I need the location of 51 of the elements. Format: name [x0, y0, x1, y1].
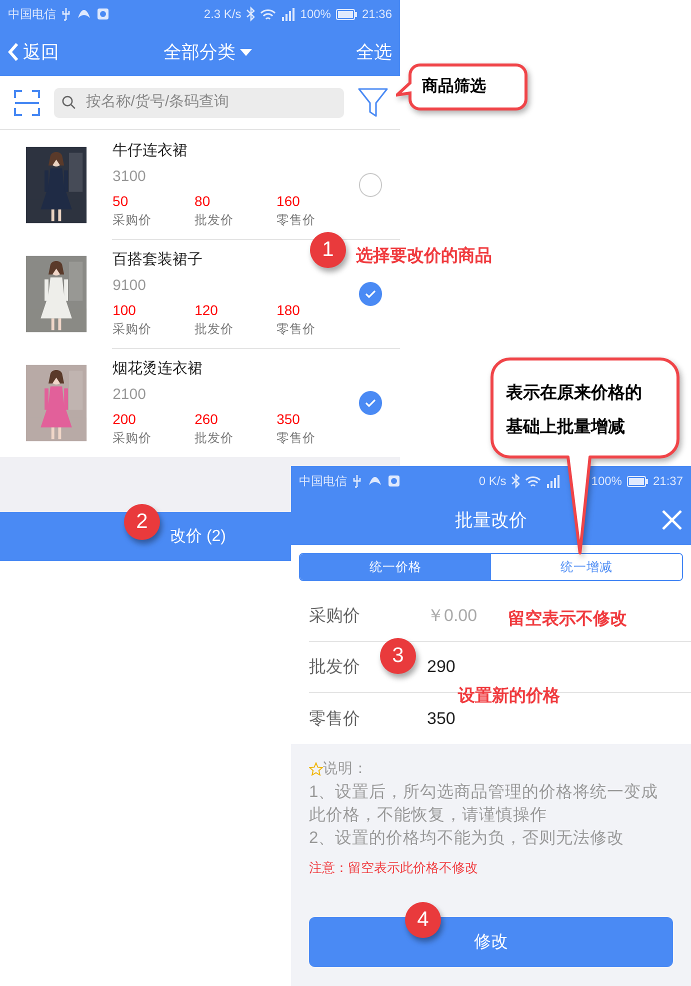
battery-level: 100% [591, 473, 622, 490]
price-value: 350 [276, 410, 301, 428]
field-label: 采购价 [309, 606, 360, 625]
product-code: 9100 [112, 276, 146, 296]
price-value: 260 [194, 410, 219, 428]
price-label: 零售价 [276, 320, 317, 338]
price-value: 160 [276, 192, 301, 210]
price-label: 零售价 [276, 212, 317, 228]
price-label: 采购价 [112, 212, 153, 228]
field-label: 零售价 [309, 708, 360, 728]
battery-level: 100% [300, 6, 331, 23]
price-value: 50 [112, 192, 130, 210]
note-text: 1、设置后，所勾选商品管理的价格将统一变成此价格，不能恢复，请谨慎操作 [309, 781, 660, 826]
network-speed: 2.3 K/s [204, 6, 242, 23]
price-label: 批发价 [194, 320, 235, 338]
price-label: 采购价 [112, 320, 153, 338]
price-label: 采购价 [112, 430, 153, 446]
dialog-title: 批量改价 [455, 509, 527, 532]
annotation-text: 留空表示不修改 [508, 608, 627, 630]
note-text: 2、设置的价格均不能为负，否则无法修改 [309, 827, 626, 849]
price-label: 批发价 [194, 430, 235, 446]
callout-text: 商品筛选 [422, 76, 486, 97]
search-field[interactable]: 按名称/货号/条码查询 [54, 88, 344, 118]
network-speed: 0 K/s [478, 473, 506, 490]
mode-tab[interactable]: 统一价格 [300, 554, 491, 580]
product-code: 3100 [112, 166, 146, 186]
product-code: 2100 [112, 384, 146, 404]
category-dropdown[interactable]: 全部分类 [162, 38, 252, 66]
search-input[interactable]: 按名称/货号/条码查询 [84, 90, 336, 115]
price-value: 80 [194, 192, 212, 210]
callout-text: 表示在原来价格的基础上批量增减 [506, 382, 643, 438]
price-value: 120 [194, 300, 219, 320]
field-label: 批发价 [309, 657, 360, 676]
price-label: 零售价 [276, 430, 317, 446]
notes-heading: 说明： [323, 760, 368, 779]
price-value: 180 [276, 300, 301, 320]
annotation-text: 选择要改价的商品 [356, 245, 492, 267]
product-name: 烟花烫连衣裙 [112, 358, 203, 378]
select-all-button[interactable]: 全选 [356, 38, 392, 66]
product-name: 百搭套装裙子 [112, 250, 203, 270]
annotation-text: 设置新的价格 [458, 685, 560, 707]
price-value: 100 [112, 300, 137, 320]
carrier-name: 中国电信 [8, 6, 56, 23]
product-name: 牛仔连衣裙 [112, 140, 188, 160]
clock-time: 21:36 [362, 6, 392, 23]
clock-time: 21:37 [652, 473, 683, 490]
price-value: 200 [112, 410, 137, 428]
back-button[interactable]: 返回 [8, 38, 59, 66]
price-label: 批发价 [194, 212, 235, 228]
carrier-name: 中国电信 [299, 473, 347, 490]
warning-text: 注意：留空表示此价格不修改 [309, 859, 479, 877]
